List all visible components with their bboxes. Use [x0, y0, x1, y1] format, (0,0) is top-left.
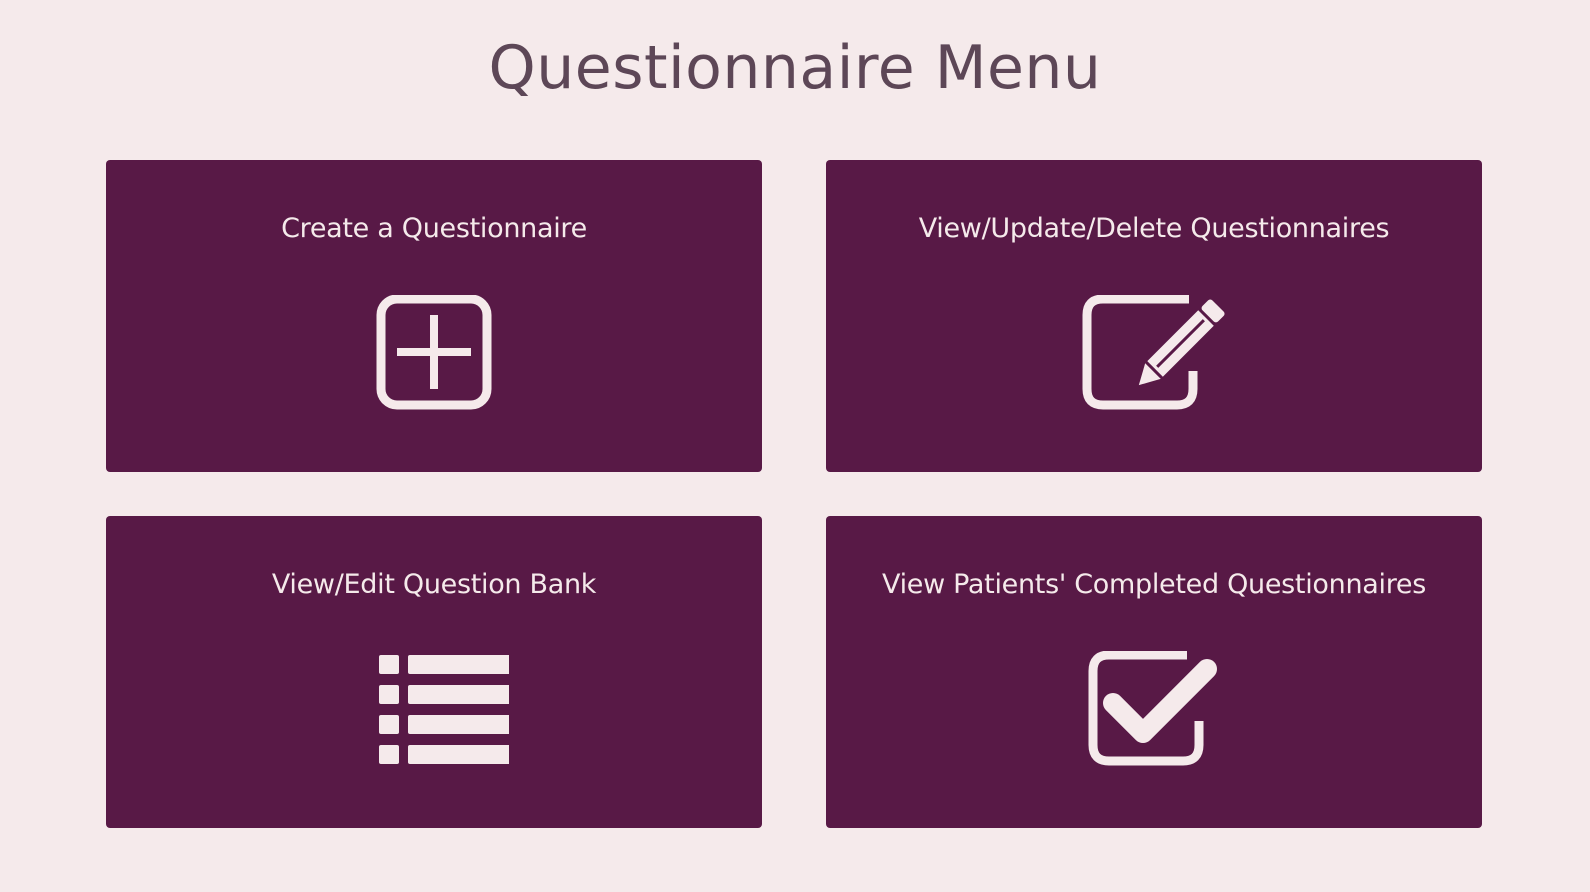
card-label: View/Edit Question Bank: [271, 569, 597, 600]
check-square-icon: [1079, 651, 1229, 771]
view-edit-question-bank-card[interactable]: View/Edit Question Bank: [106, 516, 762, 828]
page-title: Questionnaire Menu: [488, 33, 1102, 103]
edit-pencil-icon: [1079, 295, 1229, 415]
card-label: Create a Questionnaire: [281, 213, 587, 244]
plus-square-icon: [359, 295, 509, 415]
list-icon: [359, 651, 509, 771]
view-completed-questionnaires-card[interactable]: View Patients' Completed Questionnaires: [826, 516, 1482, 828]
view-update-delete-questionnaires-card[interactable]: View/Update/Delete Questionnaires: [826, 160, 1482, 472]
card-label: View/Update/Delete Questionnaires: [918, 213, 1390, 244]
card-label: View Patients' Completed Questionnaires: [882, 569, 1426, 600]
create-questionnaire-card[interactable]: Create a Questionnaire: [106, 160, 762, 472]
